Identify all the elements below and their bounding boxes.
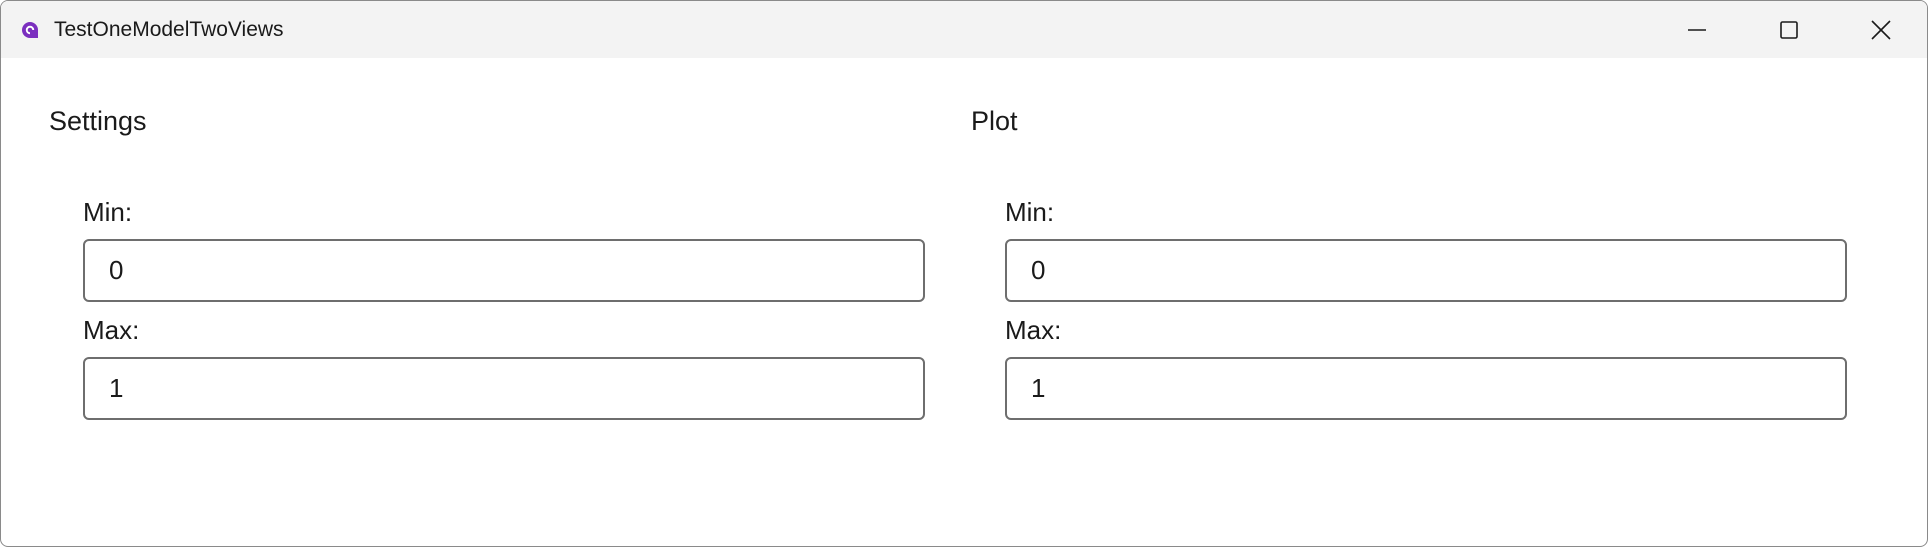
- plot-max-input[interactable]: [1005, 357, 1847, 420]
- close-icon: [1871, 19, 1891, 40]
- minimize-button[interactable]: [1651, 1, 1743, 58]
- window-title: TestOneModelTwoViews: [54, 18, 284, 41]
- maximize-icon: [1780, 20, 1798, 39]
- settings-min-label: Min:: [83, 197, 133, 227]
- plot-title: Plot: [971, 106, 1018, 136]
- settings-min-input[interactable]: [83, 239, 925, 302]
- minimize-icon: [1688, 28, 1706, 31]
- close-button[interactable]: [1835, 1, 1927, 58]
- plot-min-input[interactable]: [1005, 239, 1847, 302]
- settings-max-input[interactable]: [83, 357, 925, 420]
- settings-title: Settings: [49, 106, 147, 136]
- maximize-button[interactable]: [1743, 1, 1835, 58]
- title-bar[interactable]: TestOneModelTwoViews: [1, 1, 1927, 58]
- settings-max-label: Max:: [83, 315, 140, 345]
- plot-max-label: Max:: [1005, 315, 1062, 345]
- app-icon: [22, 22, 38, 38]
- app-window: TestOneModelTwoViews Settings Min: Max: …: [0, 0, 1928, 547]
- plot-min-label: Min:: [1005, 197, 1055, 227]
